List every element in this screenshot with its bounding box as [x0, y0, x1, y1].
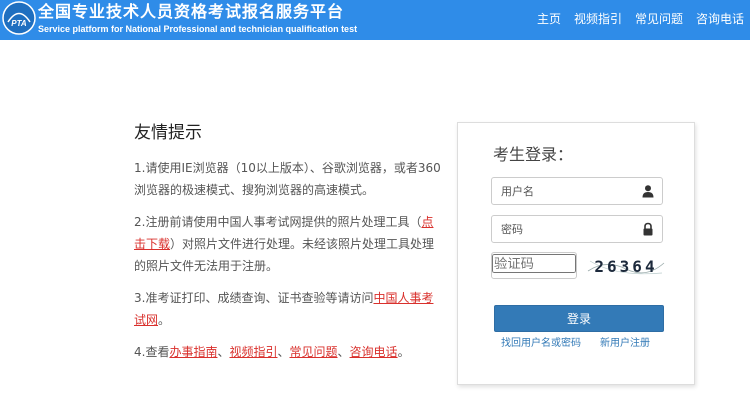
separator: 、: [277, 345, 290, 359]
nav-faq[interactable]: 常见问题: [635, 11, 683, 27]
faq-link[interactable]: 常见问题: [290, 345, 338, 359]
logo-text: PTA: [11, 19, 27, 28]
tips-panel: 友情提示 1.请使用IE浏览器（10以上版本）、谷歌浏览器，或者360浏览器的极…: [134, 122, 444, 373]
lock-icon: [643, 222, 653, 236]
video-guide-link[interactable]: 视频指引: [229, 345, 277, 359]
nav-home[interactable]: 主页: [537, 11, 561, 27]
site-title: 全国专业技术人员资格考试报名服务平台: [38, 2, 345, 21]
password-input[interactable]: [492, 216, 632, 242]
captcha-input[interactable]: [492, 254, 576, 273]
nav-hotline[interactable]: 咨询电话: [696, 11, 744, 27]
site-subtitle: Service platform for National Profession…: [38, 24, 358, 34]
tip-links-text: 4.查看: [134, 345, 170, 359]
username-input[interactable]: [492, 178, 632, 204]
tip-photo-text: 2.注册前请使用中国人事考试网提供的照片处理工具（: [134, 215, 422, 229]
tip-links: 4.查看办事指南、视频指引、常见问题、咨询电话。: [134, 341, 444, 363]
captcha-image[interactable]: 26364: [586, 251, 666, 281]
tip-links-end: 。: [397, 345, 410, 359]
separator: 、: [217, 345, 230, 359]
password-field-wrap: [491, 215, 663, 243]
register-link[interactable]: 新用户注册: [600, 337, 650, 351]
login-box: 考生登录： 26364 登录 找回用户名或密码 新用户注册: [457, 122, 695, 385]
nav-video-guide[interactable]: 视频指引: [574, 11, 622, 27]
top-nav: 主页 视频指引 常见问题 咨询电话: [537, 11, 744, 27]
tip-browser-text: 1.请使用IE浏览器（10以上版本）、谷歌浏览器，或者360浏览器的极速模式、搜…: [134, 161, 441, 197]
pta-logo: PTA: [2, 1, 36, 35]
tip-browser: 1.请使用IE浏览器（10以上版本）、谷歌浏览器，或者360浏览器的极速模式、搜…: [134, 157, 444, 201]
find-account-link[interactable]: 找回用户名或密码: [501, 337, 581, 351]
username-field-wrap: [491, 177, 663, 205]
tip-photo-text-2: ）对照片文件进行处理。未经该照片处理工具处理的照片文件无法用于注册。: [134, 237, 435, 273]
tip-photo: 2.注册前请使用中国人事考试网提供的照片处理工具（点击下载）对照片文件进行处理。…: [134, 211, 444, 277]
tip-exam-text: 3.准考证打印、成绩查询、证书查验等请访问: [134, 291, 374, 305]
tips-title: 友情提示: [134, 123, 202, 143]
hotline-link[interactable]: 咨询电话: [350, 345, 398, 359]
captcha-field-wrap: [491, 252, 577, 279]
login-button[interactable]: 登录: [494, 305, 664, 332]
guide-link[interactable]: 办事指南: [169, 345, 217, 359]
captcha-text: 26364: [594, 257, 657, 276]
tip-exam-site: 3.准考证打印、成绩查询、证书查验等请访问中国人事考试网。: [134, 287, 444, 331]
user-icon: [642, 185, 654, 198]
separator: 、: [337, 345, 350, 359]
login-title: 考生登录：: [493, 145, 574, 164]
tip-exam-end: 。: [158, 313, 171, 327]
header-bar: PTA 全国专业技术人员资格考试报名服务平台 Service platform …: [0, 0, 750, 40]
